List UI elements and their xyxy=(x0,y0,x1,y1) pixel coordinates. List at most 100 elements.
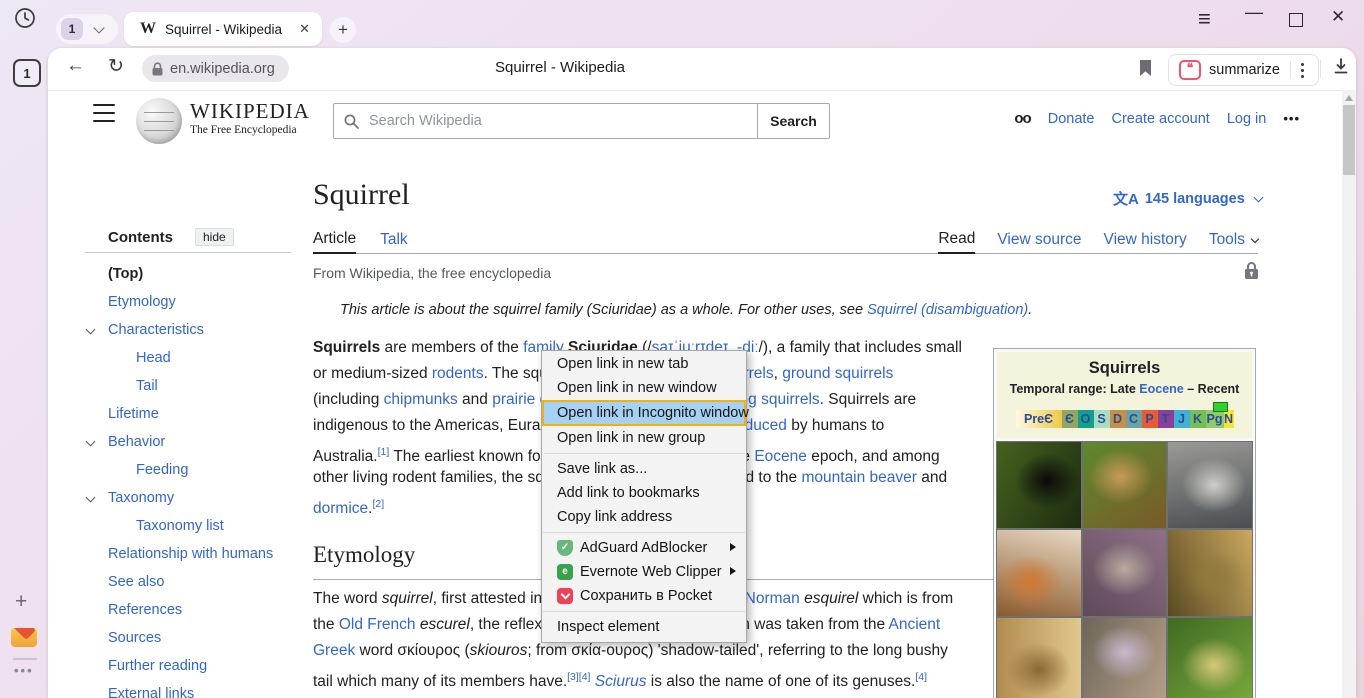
sidebar-tabs-counter[interactable]: 1 xyxy=(13,59,41,87)
prairie-dogs-photo[interactable] xyxy=(1168,618,1252,698)
wiki-search-box[interactable] xyxy=(333,103,759,139)
context-menu-item-evernote-web-clipper[interactable]: eEvernote Web Clipper xyxy=(542,560,746,584)
sidebar-item-external-links[interactable]: External links xyxy=(85,680,291,698)
wiki-link[interactable]: Eocene xyxy=(1139,382,1183,396)
context-menu-item-inspect-element[interactable]: Inspect element xyxy=(542,615,746,639)
languages-button[interactable]: 文A 145 languages xyxy=(1113,188,1262,209)
page-protection-lock-icon[interactable] xyxy=(1244,261,1259,280)
chevron-down-icon[interactable] xyxy=(86,325,96,335)
timescale-segment-[interactable]: Є xyxy=(1062,410,1078,428)
rail-add-icon[interactable]: + xyxy=(15,590,27,614)
wiki-link[interactable]: dormice xyxy=(313,500,368,517)
black-giant-squirrel-photo[interactable] xyxy=(997,442,1081,528)
wiki-link[interactable]: chipmunks xyxy=(384,391,458,408)
sidebar-item-taxonomy-list[interactable]: Taxonomy list xyxy=(85,512,291,540)
wiki-hamburger-icon[interactable] xyxy=(93,104,115,122)
search-input[interactable] xyxy=(367,112,758,130)
wiki-link[interactable]: mountain beaver xyxy=(801,469,916,486)
rail-more-icon[interactable]: ••• xyxy=(14,663,34,678)
sidebar-item-feeding[interactable]: Feeding xyxy=(85,456,291,484)
tab-article[interactable]: Article xyxy=(313,230,356,254)
timescale-segment-c[interactable]: C xyxy=(1126,410,1142,428)
appearance-icon[interactable]: oo xyxy=(1014,110,1030,127)
header-link-log-in[interactable]: Log in xyxy=(1227,111,1267,127)
wiki-link[interactable]: Old French xyxy=(339,616,416,633)
new-tab-button[interactable]: + xyxy=(330,17,356,43)
wiki-link[interactable]: Greek xyxy=(313,642,355,659)
context-menu-item-open-link-in-new-group[interactable]: Open link in new group xyxy=(542,426,746,450)
search-button[interactable]: Search xyxy=(757,103,830,139)
wikipedia-wordmark[interactable]: WIKIPEDIA xyxy=(190,99,310,124)
fox-squirrel-photo[interactable] xyxy=(997,530,1081,616)
page-scrollbar[interactable] xyxy=(1342,90,1356,698)
sidebar-item-references[interactable]: References xyxy=(85,596,291,624)
gray-squirrel-photo[interactable] xyxy=(1168,442,1252,528)
scrollbar-thumb[interactable] xyxy=(1343,105,1355,175)
context-menu-item-pocket[interactable]: Сохранить в Pocket xyxy=(542,584,746,608)
maximize-button[interactable] xyxy=(1289,13,1303,27)
sidebar-item-top[interactable]: (Top) xyxy=(85,260,291,288)
minimize-button[interactable]: — xyxy=(1245,2,1263,23)
browser-menu-icon[interactable]: ≡ xyxy=(1198,6,1211,32)
more-options-icon[interactable]: ••• xyxy=(1283,111,1300,126)
tab-tools[interactable]: Tools xyxy=(1209,231,1258,253)
reference-link[interactable]: [4] xyxy=(915,671,927,683)
summarize-button[interactable]: ❝ summarize xyxy=(1168,54,1319,86)
toc-hide-button[interactable]: hide xyxy=(195,228,234,246)
sidebar-item-head[interactable]: Head xyxy=(85,344,291,372)
timescale-segment-k[interactable]: K xyxy=(1190,410,1206,428)
timescale-segment-pg[interactable]: Pg xyxy=(1206,410,1224,428)
sidebar-item-lifetime[interactable]: Lifetime xyxy=(85,400,291,428)
wiki-link[interactable]: ground squirrels xyxy=(782,365,893,382)
ground-squirrel-rocks-photo[interactable] xyxy=(1083,530,1167,616)
window-close-button[interactable]: ✕ xyxy=(1331,7,1345,27)
sidebar-item-tail[interactable]: Tail xyxy=(85,372,291,400)
header-link-donate[interactable]: Donate xyxy=(1048,111,1095,127)
tab-group-count-badge[interactable]: 1 xyxy=(61,18,83,40)
summarize-more-icon[interactable] xyxy=(1301,63,1304,78)
context-menu-item-open-link-in-new-tab[interactable]: Open link in new tab xyxy=(542,352,746,376)
wiki-link[interactable]: Squirrel (disambiguation) xyxy=(867,302,1028,318)
wiki-link[interactable]: Sciurus xyxy=(595,673,647,690)
chevron-down-icon[interactable] xyxy=(86,493,96,503)
reference-link[interactable]: [3][4] xyxy=(567,671,590,683)
sidebar-item-further-reading[interactable]: Further reading xyxy=(85,652,291,680)
chipmunk-photo[interactable] xyxy=(1083,442,1167,528)
reference-link[interactable]: [1] xyxy=(378,446,390,458)
tab-group-chip[interactable]: 1 xyxy=(56,14,118,44)
sidebar-item-sources[interactable]: Sources xyxy=(85,624,291,652)
reference-link[interactable]: [2] xyxy=(372,498,384,510)
sidebar-item-taxonomy[interactable]: Taxonomy xyxy=(85,484,291,512)
timescale-segment-d[interactable]: D xyxy=(1110,410,1126,428)
context-menu-item-open-link-in-new-window[interactable]: Open link in new window xyxy=(542,376,746,400)
wiki-link[interactable]: Eocene xyxy=(754,448,807,465)
browser-tab[interactable]: W Squirrel - Wikipedia ✕ xyxy=(124,12,322,46)
bookmark-icon[interactable] xyxy=(1138,59,1153,77)
chevron-down-icon[interactable] xyxy=(86,437,96,447)
downloads-icon[interactable] xyxy=(1332,57,1350,75)
tab-view-history[interactable]: View history xyxy=(1104,231,1187,253)
tab-close-icon[interactable]: ✕ xyxy=(299,21,310,37)
sidebar-item-relationship-with-humans[interactable]: Relationship with humans xyxy=(85,540,291,568)
sidebar-item-behavior[interactable]: Behavior xyxy=(85,428,291,456)
timescale-segment-s[interactable]: S xyxy=(1094,410,1110,428)
sidebar-item-etymology[interactable]: Etymology xyxy=(85,288,291,316)
timescale-segment-n[interactable]: N xyxy=(1224,410,1234,428)
scrollbar-up-arrow[interactable] xyxy=(1345,95,1353,101)
wiki-link[interactable]: Ancient xyxy=(889,616,941,633)
timescale-segment-t[interactable]: T xyxy=(1158,410,1174,428)
context-menu-item-copy-link-address[interactable]: Copy link address xyxy=(542,505,746,529)
reload-button[interactable]: ↻ xyxy=(108,55,124,78)
back-button[interactable]: ← xyxy=(66,55,85,77)
context-menu-item-save-link-as[interactable]: Save link as... xyxy=(542,457,746,481)
uinta-ground-squirrel-photo[interactable] xyxy=(1168,530,1252,616)
timescale-segment-pre[interactable]: PreЄ xyxy=(1016,410,1062,428)
history-clock-icon[interactable] xyxy=(14,7,36,29)
yandex-mail-icon[interactable] xyxy=(11,628,37,647)
tab-view-source[interactable]: View source xyxy=(997,231,1081,253)
wiki-link[interactable]: rodents xyxy=(432,365,484,382)
sidebar-item-see-also[interactable]: See also xyxy=(85,568,291,596)
context-menu-item-open-link-in-incognito-window[interactable]: Open link in Incognito window xyxy=(542,400,746,426)
header-link-create-account[interactable]: Create account xyxy=(1111,111,1209,127)
timescale-segment-p[interactable]: P xyxy=(1142,410,1158,428)
